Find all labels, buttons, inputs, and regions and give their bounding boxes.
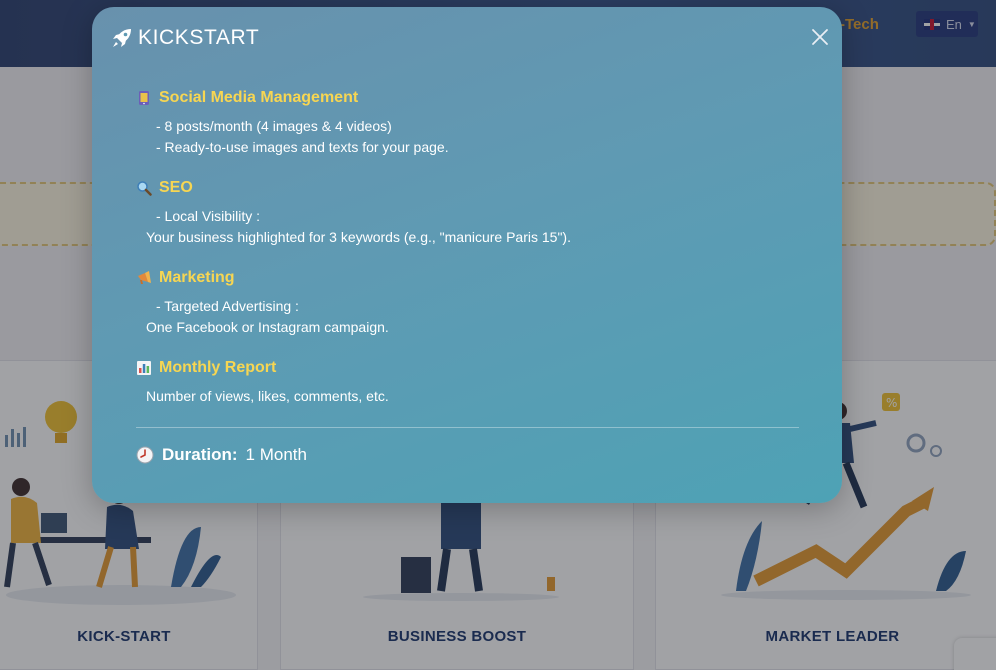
section-line: - Ready-to-use images and texts for your… bbox=[156, 139, 449, 155]
duration-label: Duration: bbox=[162, 445, 238, 464]
section-title: SEO bbox=[159, 179, 193, 196]
brand-name: KICKSTART bbox=[138, 26, 260, 49]
section-social-media: Social Media Management - 8 posts/month … bbox=[136, 89, 449, 158]
duration-value: 1 Month bbox=[245, 445, 307, 464]
section-seo: SEO - Local Visibility : Your business h… bbox=[136, 179, 571, 248]
section-line: - Local Visibility : bbox=[156, 208, 261, 224]
rocket-icon bbox=[113, 29, 131, 47]
section-line: One Facebook or Instagram campaign. bbox=[146, 319, 389, 335]
duration-row: Duration: 1 Month bbox=[136, 445, 307, 465]
section-title: Monthly Report bbox=[159, 359, 277, 376]
modal-brand: KICKSTART bbox=[110, 26, 259, 50]
section-line: - 8 posts/month (4 images & 4 videos) bbox=[156, 118, 392, 134]
plan-details-modal: KICKSTART Social Media Management - 8 po… bbox=[92, 7, 842, 503]
magnifier-icon bbox=[137, 181, 152, 196]
close-icon[interactable] bbox=[810, 27, 830, 47]
clock-icon bbox=[136, 446, 154, 464]
section-line: Your business highlighted for 3 keywords… bbox=[146, 229, 571, 245]
section-line: - Targeted Advertising : bbox=[156, 298, 299, 314]
bar-chart-icon bbox=[137, 361, 151, 375]
modal-divider bbox=[136, 427, 799, 428]
section-title: Marketing bbox=[159, 269, 235, 286]
megaphone-icon bbox=[138, 271, 151, 284]
section-marketing: Marketing - Targeted Advertising : One F… bbox=[136, 269, 389, 338]
section-monthly-report: Monthly Report Number of views, likes, c… bbox=[136, 359, 389, 407]
section-line: Number of views, likes, comments, etc. bbox=[146, 388, 389, 404]
mobile-phone-icon bbox=[139, 91, 149, 105]
section-title: Social Media Management bbox=[159, 89, 359, 106]
